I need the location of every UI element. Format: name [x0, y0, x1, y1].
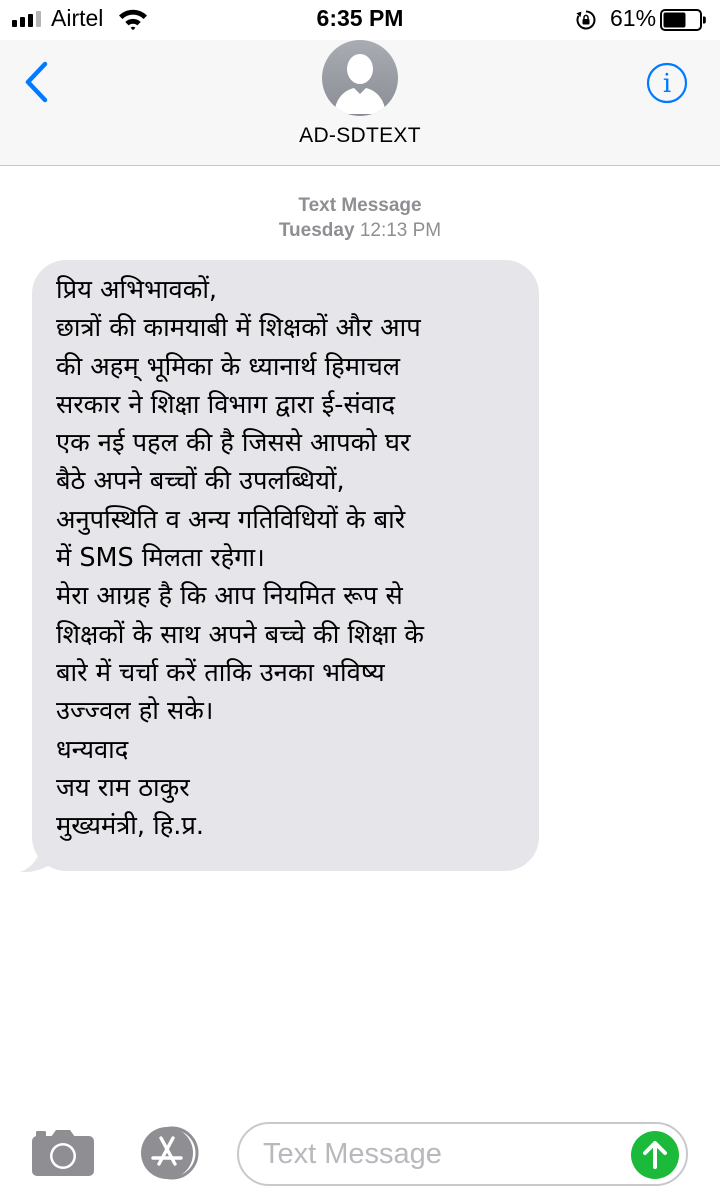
- message-input-placeholder: Text Message: [263, 1138, 442, 1170]
- message-line: उज्ज्वल हो सके।: [56, 696, 214, 727]
- message-time: 12:13 PM: [359, 220, 442, 241]
- message-day: Tuesday: [278, 220, 355, 241]
- message-line: मेरा आग्रह है कि आप नियमित रूप से: [56, 581, 403, 612]
- message-line: एक नई पहल की है जिससे आपको घर: [56, 428, 411, 459]
- contact-avatar[interactable]: [322, 40, 398, 116]
- app-store-icon[interactable]: [134, 1126, 204, 1180]
- messages-screen: Airtel 6:35 PM 61% AD-SDTEXT i Text Mess…: [0, 0, 720, 1202]
- person-silhouette-icon: [334, 54, 386, 114]
- camera-icon[interactable]: [31, 1129, 95, 1177]
- battery-icon: [660, 9, 706, 31]
- message-input[interactable]: Text Message: [237, 1122, 688, 1186]
- message-line: मुख्यमंत्री, हि.प्र.: [56, 811, 204, 842]
- message-line: में SMS मिलता रहेगा।: [56, 543, 265, 574]
- incoming-message-bubble[interactable]: प्रिय अभिभावकों, छात्रों की कामयाबी में …: [32, 260, 539, 871]
- send-arrow-icon: [643, 1141, 667, 1169]
- message-line: बैठे अपने बच्चों की उपलब्धियों,: [56, 466, 345, 497]
- conversation-header: AD-SDTEXT i: [0, 40, 720, 166]
- message-line: धन्यवाद: [56, 734, 129, 765]
- status-bar: Airtel 6:35 PM 61%: [0, 0, 720, 40]
- service-label: Text Message: [298, 195, 422, 216]
- message-line: छात्रों की कामयाबी में शिक्षकों और आप: [56, 313, 421, 344]
- message-line: बारे में चर्चा करें ताकि उनका भविष्य: [56, 657, 385, 688]
- message-line: अनुपस्थिति व अन्य गतिविधियों के बारे: [56, 504, 406, 535]
- contact-name[interactable]: AD-SDTEXT: [0, 124, 720, 148]
- chevron-left-icon[interactable]: [18, 58, 58, 108]
- message-line: की अहम् भूमिका के ध्यानार्थ हिमाचल: [56, 351, 401, 382]
- info-icon[interactable]: i: [646, 62, 688, 104]
- message-line: शिक्षकों के साथ अपने बच्चे की शिक्षा के: [56, 619, 424, 650]
- thread-timestamp: Text Message Tuesday 12:13 PM: [0, 193, 720, 243]
- message-line: प्रिय अभिभावकों,: [56, 275, 218, 305]
- message-datetime: Tuesday 12:13 PM: [0, 218, 720, 243]
- message-line: सरकार ने शिक्षा विभाग द्वारा ई-संवाद: [56, 389, 396, 420]
- message-line: जय राम ठाकुर: [56, 772, 190, 803]
- battery-percent: 61%: [610, 5, 657, 31]
- send-button[interactable]: [631, 1131, 679, 1179]
- svg-text:i: i: [663, 69, 671, 99]
- rotation-lock-icon: [576, 10, 596, 30]
